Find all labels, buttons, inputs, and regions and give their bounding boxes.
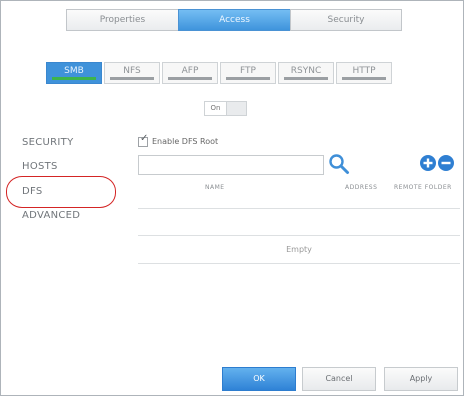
top-tab-bar: Properties Access Security (66, 9, 402, 31)
tab-properties[interactable]: Properties (66, 9, 178, 31)
add-icon[interactable] (420, 155, 436, 175)
enable-dfs-label: Enable DFS Root (152, 137, 219, 146)
search-icon[interactable] (328, 153, 350, 179)
tab-smb-label: SMB (64, 66, 84, 76)
tab-ftp[interactable]: FTP (220, 62, 276, 84)
menu-item-security[interactable]: SECURITY (22, 137, 73, 148)
enable-dfs-checkbox[interactable]: ✓ (138, 133, 148, 147)
tab-rsync[interactable]: RSYNC (278, 62, 334, 84)
column-header-name: NAME (205, 184, 225, 191)
remove-icon[interactable] (438, 155, 454, 175)
protocol-tab-bar: SMB NFS AFP FTP RSYNC HTTP (46, 62, 392, 84)
column-header-address: ADDRESS (345, 184, 378, 191)
tab-nfs[interactable]: NFS (104, 62, 160, 84)
tab-http[interactable]: HTTP (336, 62, 392, 84)
table-divider (138, 263, 460, 264)
tab-security[interactable]: Security (290, 9, 402, 31)
tab-rsync-label: RSYNC (290, 66, 322, 76)
smb-toggle[interactable]: On (204, 101, 247, 116)
status-bar (52, 77, 96, 80)
tab-afp[interactable]: AFP (162, 62, 218, 84)
check-icon: ✓ (140, 133, 149, 144)
table-divider (138, 208, 460, 209)
tab-access[interactable]: Access (178, 9, 290, 31)
status-bar (110, 77, 154, 80)
search-input[interactable] (138, 155, 324, 175)
column-header-remote-folder: REMOTE FOLDER (394, 184, 452, 191)
status-bar (284, 77, 328, 80)
tab-nfs-label: NFS (123, 66, 141, 76)
table-empty-text: Empty (286, 245, 312, 254)
tab-afp-label: AFP (181, 66, 199, 76)
toggle-label: On (204, 101, 226, 116)
status-bar (168, 77, 212, 80)
ok-button[interactable]: OK (222, 367, 296, 391)
tab-smb[interactable]: SMB (46, 62, 102, 84)
status-bar (342, 77, 386, 80)
status-bar (226, 77, 270, 80)
menu-item-advanced[interactable]: ADVANCED (22, 210, 80, 221)
apply-button[interactable]: Apply (384, 367, 458, 391)
toggle-knob[interactable] (226, 101, 247, 116)
tab-http-label: HTTP (352, 66, 376, 76)
menu-item-hosts[interactable]: HOSTS (22, 161, 58, 172)
dfs-highlight-circle (6, 176, 116, 208)
table-divider (138, 235, 460, 236)
cancel-button[interactable]: Cancel (302, 367, 376, 391)
tab-ftp-label: FTP (240, 66, 256, 76)
